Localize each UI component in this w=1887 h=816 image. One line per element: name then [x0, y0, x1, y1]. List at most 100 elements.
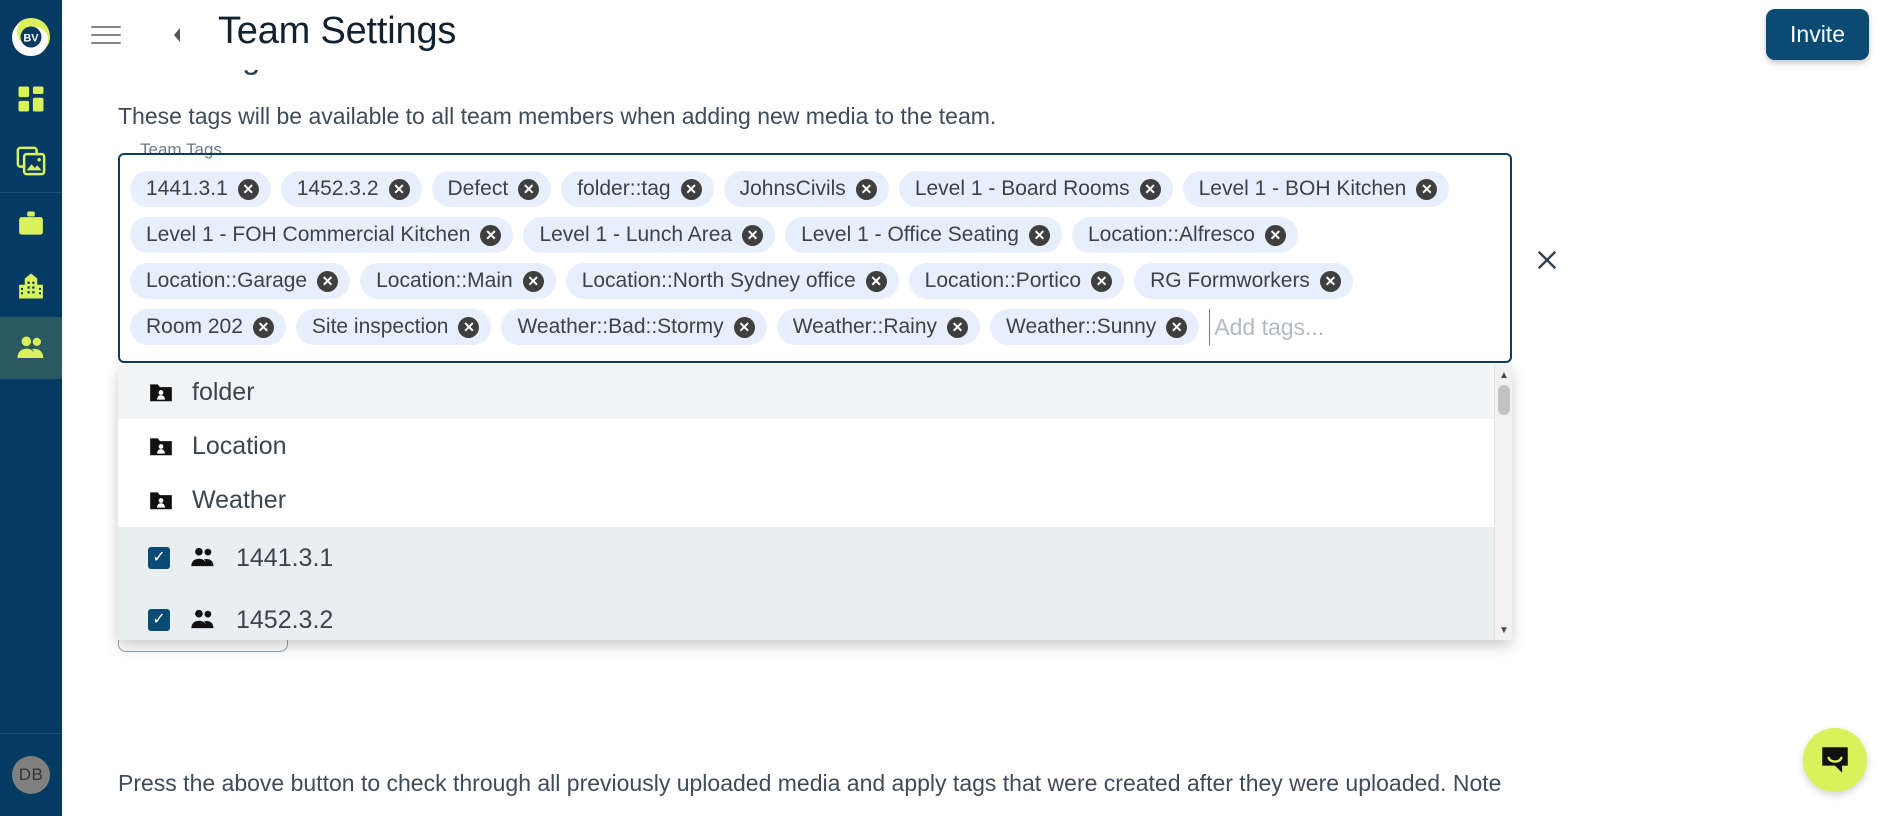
sidebar-divider-bottom — [0, 733, 62, 734]
sidebar-item-projects[interactable] — [0, 193, 62, 255]
tag-chip-label: Location::Garage — [146, 269, 308, 292]
app-root: BV DB These tags will be available to al… — [0, 0, 1887, 816]
sidebar-item-company[interactable] — [0, 255, 62, 317]
tag-chip-label: Location::North Sydney office — [581, 269, 856, 292]
clear-all-tags-icon[interactable] — [1532, 247, 1562, 277]
tag-chip-remove-icon[interactable]: ✕ — [388, 178, 410, 200]
tag-chip[interactable]: Level 1 - Lunch Area ✕ — [523, 217, 776, 253]
dropdown-option-group[interactable]: folder — [118, 365, 1512, 419]
tag-chip-remove-icon[interactable]: ✕ — [855, 178, 877, 200]
tag-chip-label: Room 202 — [146, 315, 243, 338]
photos-icon — [16, 146, 46, 176]
tag-chip-label: Location::Alfresco — [1087, 223, 1255, 246]
tag-chip[interactable]: Location::North Sydney office ✕ — [565, 263, 899, 299]
tag-chip-remove-icon[interactable]: ✕ — [458, 316, 480, 338]
tag-chip-remove-icon[interactable]: ✕ — [1028, 224, 1050, 246]
tag-suggestions-dropdown: folder Location Weather ✓ 1441.3.1 ✓ 1452.3.2 … — [118, 365, 1512, 640]
tag-chip[interactable]: Level 1 - Board Rooms ✕ — [898, 171, 1173, 207]
folder-person-icon — [146, 487, 176, 513]
tag-chip[interactable]: Defect ✕ — [431, 171, 552, 207]
tag-chip-remove-icon[interactable]: ✕ — [680, 178, 702, 200]
people-icon — [17, 336, 44, 358]
tag-chip[interactable]: Location::Main ✕ — [360, 263, 556, 299]
caret-up-icon[interactable]: ▲ — [1495, 367, 1512, 383]
tag-chip-remove-icon[interactable]: ✕ — [947, 316, 969, 338]
page-title: Team Settings — [218, 10, 457, 52]
tag-chip-remove-icon[interactable]: ✕ — [1319, 270, 1341, 292]
tag-chip[interactable]: Level 1 - BOH Kitchen ✕ — [1182, 171, 1450, 207]
caret-down-icon[interactable]: ▼ — [1495, 622, 1512, 638]
dropdown-option-group[interactable]: Weather — [118, 473, 1512, 527]
tag-chip[interactable]: Weather::Bad::Stormy ✕ — [501, 309, 767, 345]
tag-chip[interactable]: 1441.3.1 ✕ — [130, 171, 271, 207]
dropdown-option-group[interactable]: Location — [118, 419, 1512, 473]
tag-chip-remove-icon[interactable]: ✕ — [1139, 178, 1161, 200]
tag-chip-remove-icon[interactable]: ✕ — [865, 270, 887, 292]
tag-chip-label: Level 1 - FOH Commercial Kitchen — [146, 223, 471, 246]
header: Team Settings Invite — [62, 0, 1887, 70]
tag-chip-label: JohnsCivils — [739, 177, 846, 200]
tag-chip-label: folder::tag — [577, 177, 671, 200]
tag-chip[interactable]: 1452.3.2 ✕ — [280, 171, 422, 207]
sidebar: BV DB — [0, 0, 62, 816]
dropdown-option-label: 1452.3.2 — [236, 605, 334, 634]
tag-chip-remove-icon[interactable]: ✕ — [480, 224, 502, 246]
tag-chip-remove-icon[interactable]: ✕ — [317, 270, 339, 292]
dropdown-option-label: Location — [192, 431, 287, 460]
bottom-note: Press the above button to check through … — [118, 770, 1502, 796]
tag-chip-remove-icon[interactable]: ✕ — [742, 224, 764, 246]
chat-bubble-icon[interactable] — [1803, 728, 1867, 792]
tag-chip-remove-icon[interactable]: ✕ — [522, 270, 544, 292]
tag-chip[interactable]: Weather::Rainy ✕ — [776, 309, 981, 345]
app-logo[interactable]: BV — [0, 6, 62, 68]
scrollbar-thumb[interactable] — [1498, 385, 1510, 415]
tag-chip-remove-icon[interactable]: ✕ — [1091, 270, 1113, 292]
sidebar-nav-primary — [0, 68, 62, 192]
folder-person-icon — [146, 433, 176, 459]
add-tags-input[interactable] — [1209, 309, 1470, 345]
dropdown-option-member[interactable]: ✓ 1441.3.1 — [118, 527, 1512, 589]
tag-chip-remove-icon[interactable]: ✕ — [252, 316, 274, 338]
hamburger-icon[interactable] — [91, 18, 125, 52]
folder-person-icon — [146, 379, 176, 405]
tag-chip[interactable]: RG Formworkers ✕ — [1134, 263, 1353, 299]
grid-icon — [18, 86, 44, 112]
tag-chip[interactable]: Location::Garage ✕ — [130, 263, 351, 299]
dropdown-option-member[interactable]: ✓ 1452.3.2 — [118, 589, 1512, 640]
tag-chip[interactable]: Location::Portico ✕ — [908, 263, 1125, 299]
checkbox-checked-icon[interactable]: ✓ — [148, 547, 170, 569]
checkbox-checked-icon[interactable]: ✓ — [148, 609, 170, 631]
tag-chip[interactable]: Site inspection ✕ — [295, 309, 492, 345]
building-icon — [19, 273, 43, 299]
tag-chip[interactable]: Level 1 - FOH Commercial Kitchen ✕ — [130, 217, 514, 253]
dropdown-scrollbar[interactable]: ▲ ▼ — [1494, 365, 1512, 640]
tag-chip-remove-icon[interactable]: ✕ — [1264, 224, 1286, 246]
tag-chip-label: RG Formworkers — [1150, 269, 1310, 292]
tag-chip-remove-icon[interactable]: ✕ — [733, 316, 755, 338]
tag-chip[interactable]: Room 202 ✕ — [130, 309, 286, 345]
tag-chip[interactable]: Location::Alfresco ✕ — [1071, 217, 1298, 253]
invite-button[interactable]: Invite — [1766, 9, 1869, 60]
tag-chip-label: Location::Portico — [924, 269, 1082, 292]
tag-chip-list: 1441.3.1 ✕ 1452.3.2 ✕ Defect ✕ folder::tag ✕ Joh… — [130, 167, 1500, 345]
tag-chip-remove-icon[interactable]: ✕ — [1416, 178, 1438, 200]
tag-chip-label: Level 1 - Office Seating — [801, 223, 1019, 246]
tag-chip-remove-icon[interactable]: ✕ — [518, 178, 540, 200]
dropdown-option-label: Weather — [192, 485, 287, 514]
tag-chip[interactable]: Level 1 - Office Seating ✕ — [785, 217, 1062, 253]
sidebar-item-team[interactable] — [0, 317, 62, 379]
dropdown-option-label: 1441.3.1 — [236, 543, 334, 572]
chevron-left-icon[interactable] — [160, 18, 194, 52]
sidebar-item-dashboard[interactable] — [0, 68, 62, 130]
tag-chip-label: Defect — [447, 177, 509, 200]
tag-chip[interactable]: Weather::Sunny ✕ — [990, 309, 1200, 345]
tag-chip-remove-icon[interactable]: ✕ — [1166, 316, 1188, 338]
sidebar-item-media[interactable] — [0, 130, 62, 192]
tag-chip[interactable]: folder::tag ✕ — [561, 171, 714, 207]
main-content: Team Tags These tags will be available t… — [62, 0, 1887, 816]
avatar[interactable]: DB — [12, 756, 50, 794]
team-tags-field[interactable]: 1441.3.1 ✕ 1452.3.2 ✕ Defect ✕ folder::tag ✕ Joh… — [118, 153, 1556, 363]
tag-chip[interactable]: JohnsCivils ✕ — [723, 171, 889, 207]
tag-suggestions-list: folder Location Weather ✓ 1441.3.1 ✓ 1452.3.2 — [118, 365, 1512, 640]
tag-chip-remove-icon[interactable]: ✕ — [237, 178, 259, 200]
